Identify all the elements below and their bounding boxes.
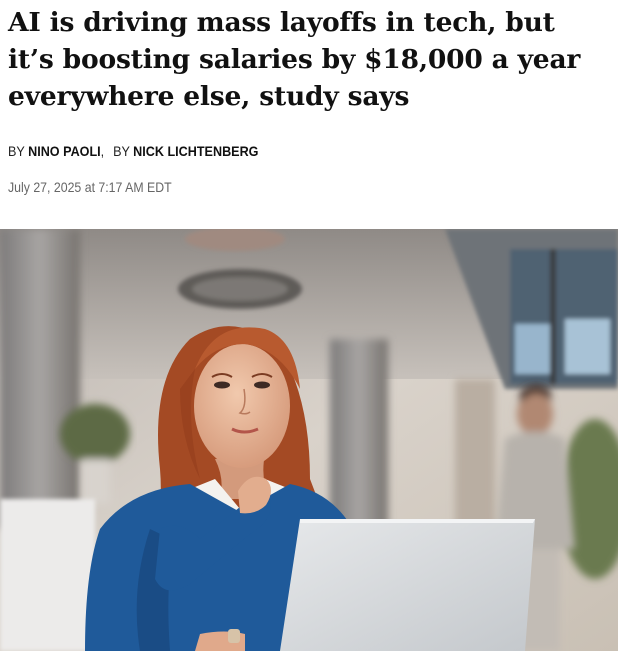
publish-timestamp: July 27, 2025 at 7:17 AM EDT <box>8 179 172 195</box>
byline: BY NINO PAOLI, BY NICK LICHTENBERG <box>8 143 258 159</box>
byline-prefix: BY <box>8 143 25 159</box>
hero-photo-illustration <box>0 229 618 651</box>
article-headline: AI is driving mass layoffs in tech, but … <box>8 7 581 112</box>
hero-image <box>0 229 618 651</box>
author-link-nino-paoli[interactable]: NINO PAOLI <box>28 143 101 159</box>
author-link-nick-lichtenberg[interactable]: NICK LICHTENBERG <box>133 143 258 159</box>
byline-prefix: BY <box>113 143 130 159</box>
byline-separator: , <box>100 143 105 159</box>
